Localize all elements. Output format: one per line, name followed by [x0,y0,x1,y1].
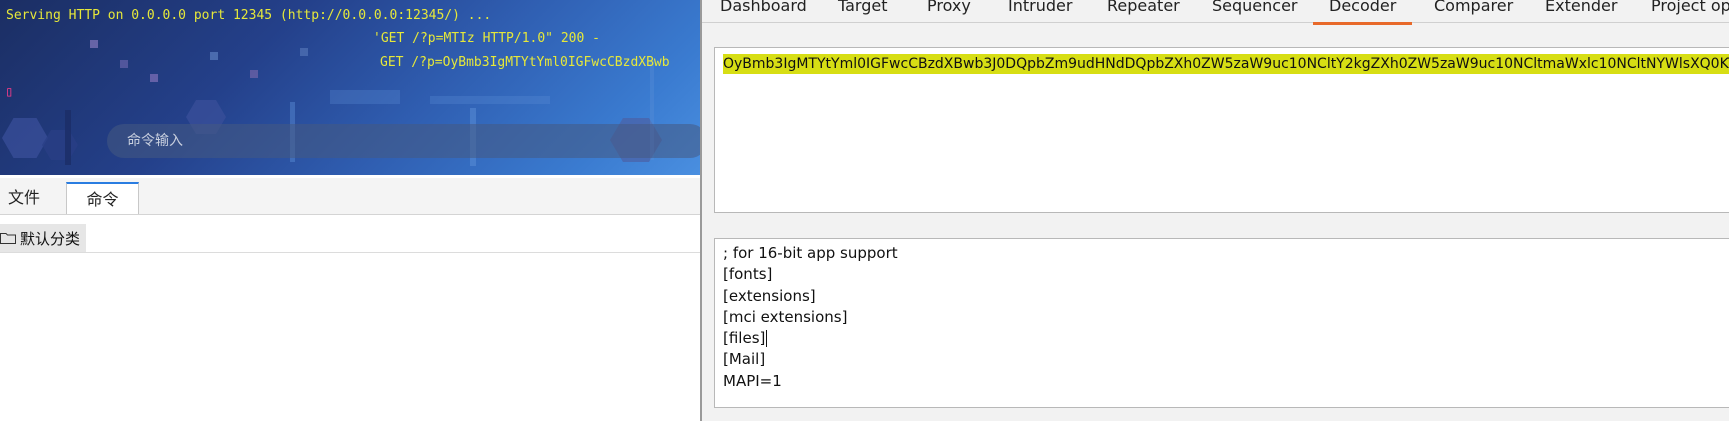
decoded-line: [fonts] [723,265,773,284]
pixel-decoration [150,74,158,82]
decoder-input-editor[interactable]: OyBmb3IgMTYtYml0IGFwcCBzdXBwb3J0DQpbZm9u… [714,47,1729,213]
shell-panel: Serving HTTP on 0.0.0.0 port 12345 (http… [0,0,700,421]
left-tab-bar: 文件 命令 [0,178,700,215]
decoded-line: [mci extensions] [723,307,848,326]
decoded-line-text: [files] [723,329,766,348]
bar-decoration [330,90,400,104]
decoded-line: MAPI=1 [723,371,782,390]
terminal-output: Serving HTTP on 0.0.0.0 port 12345 (http… [0,0,700,175]
decoded-line: [files] [723,328,1729,349]
terminal-cursor: ▯ [5,84,14,100]
terminal-line: Serving HTTP on 0.0.0.0 port 12345 (http… [6,8,492,23]
tab-dashboard[interactable]: Dashboard [720,0,807,22]
tab-decoder[interactable]: Decoder [1313,0,1413,25]
tab-files[interactable]: 文件 [0,182,64,213]
terminal-line: 'GET /?p=MTIz HTTP/1.0" 200 - [373,31,600,46]
text-caret [766,330,768,348]
terminal-line: GET /?p=OyBmb3IgMTYtYml0IGFwcCBzdXBwb [380,55,670,70]
pixel-decoration [250,70,258,78]
decoded-line: [extensions] [723,286,816,305]
tab-extender[interactable]: Extender [1545,0,1617,22]
folder-icon [0,233,16,244]
encoded-text-selection[interactable]: OyBmb3IgMTYtYml0IGFwcCBzdXBwb3J0DQpbZm9u… [723,54,1729,74]
tab-comparer[interactable]: Comparer [1434,0,1513,22]
tab-proxy[interactable]: Proxy [927,0,971,22]
decoded-line: ; for 16-bit app support [723,244,898,262]
pixel-decoration [300,48,308,56]
burp-suite-window: Dashboard Target Proxy Intruder Repeater… [700,0,1729,421]
category-label: 默认分类 [20,229,81,248]
tab-target[interactable]: Target [838,0,888,22]
tab-command[interactable]: 命令 [66,182,139,214]
tab-intruder[interactable]: Intruder [1008,0,1072,22]
pixel-decoration [120,60,128,68]
tab-sequencer[interactable]: Sequencer [1212,0,1298,22]
command-input[interactable] [107,124,700,158]
decoder-output-editor[interactable]: ; for 16-bit app support [fonts] [extens… [714,238,1729,408]
pixel-decoration [90,40,98,48]
tab-repeater[interactable]: Repeater [1107,0,1180,22]
hex-decoration [42,130,78,160]
pixel-decoration [210,52,218,60]
bar-decoration [430,96,550,104]
bar-decoration [65,110,71,165]
burp-tab-bar: Dashboard Target Proxy Intruder Repeater… [702,0,1729,25]
divider [0,252,700,253]
tab-project-options[interactable]: Project opt [1651,0,1729,22]
category-item[interactable]: 默认分类 [0,224,87,252]
decoded-line: [Mail] [723,350,766,369]
hex-decoration [2,118,48,158]
